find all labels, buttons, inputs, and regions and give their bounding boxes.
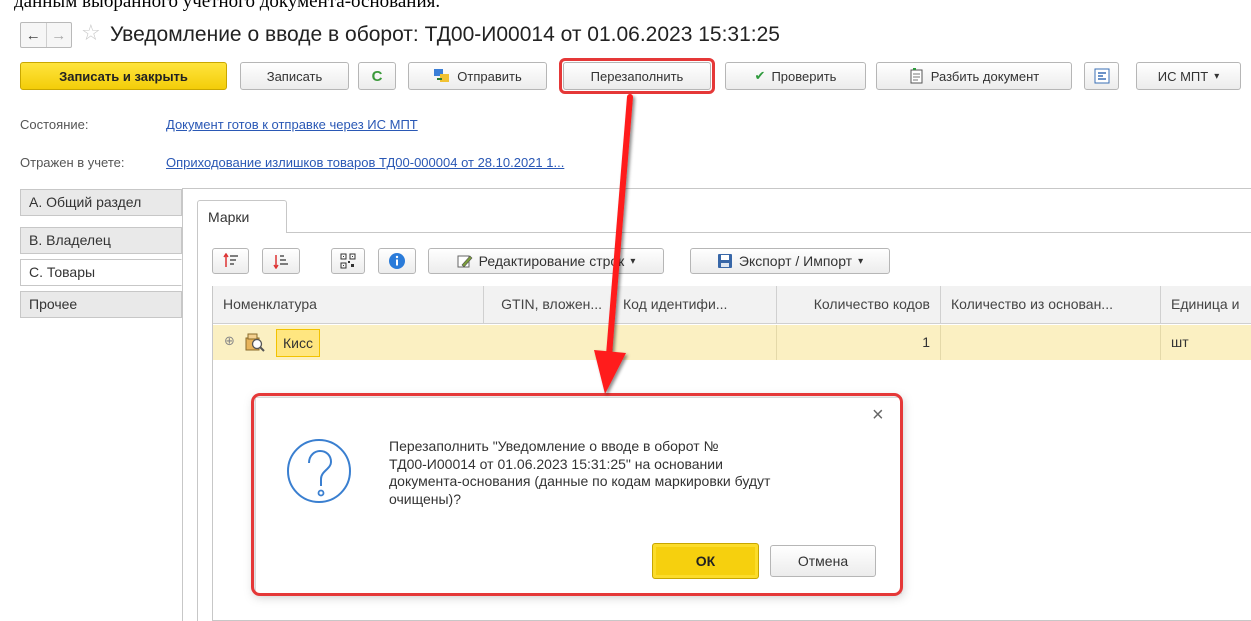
sort-desc-button[interactable] [262, 248, 300, 274]
refresh-icon: C [371, 67, 383, 85]
sort-desc-icon [273, 253, 289, 269]
save-and-close-label: Записать и закрыть [59, 68, 188, 84]
frame-top [182, 188, 1251, 189]
send-button[interactable]: Отправить [408, 62, 547, 90]
save-button[interactable]: Записать [240, 62, 349, 90]
save-label: Записать [266, 68, 323, 84]
info-button[interactable] [378, 248, 416, 274]
qr-code-icon [340, 253, 356, 269]
refill-highlight [559, 58, 715, 94]
check-button[interactable]: ✔ Проверить [725, 62, 866, 90]
export-import-menu-button[interactable]: Экспорт / Импорт ▾ [690, 248, 890, 274]
chevron-down-icon: ▾ [858, 255, 864, 267]
forward-arrow-icon[interactable]: → [45, 23, 72, 47]
row-item-name[interactable]: Кисс [276, 329, 320, 357]
export-import-label: Экспорт / Импорт [738, 253, 853, 269]
side-tab-other[interactable]: Прочее [20, 291, 182, 318]
top-caption: данным выбранного учетного документа-осн… [14, 0, 441, 12]
window-title: Уведомление о вводе в оборот: ТД00-И0001… [110, 23, 780, 46]
back-arrow-icon[interactable]: ← [21, 23, 46, 47]
send-label: Отправить [457, 68, 522, 84]
chevron-down-icon: ▾ [630, 255, 636, 267]
sort-asc-icon [222, 253, 239, 269]
info-icon [388, 252, 406, 270]
dialog-highlight [251, 393, 903, 596]
check-icon: ✔ [754, 68, 766, 83]
structure-icon [1094, 68, 1110, 84]
sort-asc-button[interactable] [212, 248, 249, 274]
chevron-down-icon: ▾ [1214, 70, 1220, 82]
reflected-link[interactable]: Оприходование излишков товаров ТД00-0000… [166, 155, 564, 170]
side-tab-owner[interactable]: В. Владелец [20, 227, 182, 254]
tab-marki[interactable]: Марки [197, 200, 287, 233]
column-header-qty-codes[interactable]: Количество кодов [777, 286, 941, 324]
split-document-button[interactable]: Разбить документ [876, 62, 1072, 90]
qr-code-button[interactable] [331, 248, 365, 274]
reflected-label: Отражен в учете: [20, 155, 125, 170]
check-label: Проверить [771, 68, 837, 84]
side-tab-goods[interactable]: С. Товары [20, 259, 182, 286]
state-label: Состояние: [20, 117, 89, 132]
split-document-icon [909, 68, 925, 84]
ismpt-label: ИС МПТ [1157, 68, 1209, 84]
row-qty-base [941, 325, 1161, 360]
send-icon [433, 68, 451, 84]
row-code [613, 325, 777, 360]
edit-icon [457, 253, 473, 269]
column-header-qty-base[interactable]: Количество из основан... [941, 286, 1161, 324]
split-document-label: Разбить документ [930, 68, 1040, 84]
expand-icon[interactable]: ⊕ [224, 333, 235, 349]
save-export-icon [717, 253, 733, 269]
edit-rows-menu-button[interactable]: Редактирование строк ▾ [428, 248, 664, 274]
row-unit: шт [1171, 334, 1189, 350]
structure-button[interactable] [1084, 62, 1119, 90]
favorite-star-icon[interactable]: ☆ [81, 21, 101, 45]
ismpt-menu-button[interactable]: ИС МПТ ▾ [1136, 62, 1241, 90]
column-header-code[interactable]: Код идентифи... [613, 286, 777, 324]
column-header-unit[interactable]: Единица и [1161, 286, 1251, 324]
side-tab-general[interactable]: А. Общий раздел [20, 189, 182, 216]
refresh-button[interactable]: C [358, 62, 396, 90]
item-icon [245, 332, 265, 355]
state-link[interactable]: Документ готов к отправке через ИС МПТ [166, 117, 418, 132]
save-and-close-button[interactable]: Записать и закрыть [20, 62, 227, 90]
column-header-gtin[interactable]: GTIN, вложен... [484, 286, 613, 324]
column-header-nomenclature[interactable]: Номенклатура [213, 286, 484, 324]
nav-group: ← → [20, 22, 72, 48]
row-qty-codes: 1 [777, 325, 941, 360]
edit-rows-label: Редактирование строк [478, 253, 625, 269]
side-divider [182, 188, 183, 621]
row-gtin [484, 325, 613, 360]
